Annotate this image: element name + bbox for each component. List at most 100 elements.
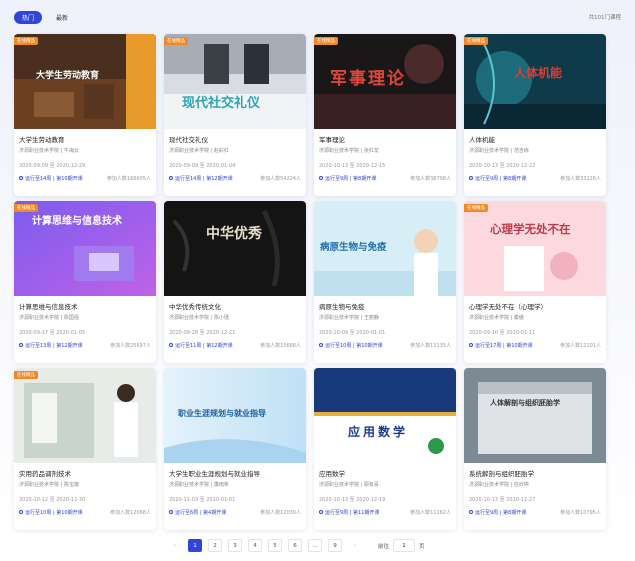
course-status: 运行至14周 | 第12期开课 <box>175 175 233 182</box>
course-title[interactable]: 应用数学 <box>319 468 451 478</box>
course-thumbnail[interactable]: 中华优秀 <box>164 201 306 296</box>
course-school: 济源职业技术学院 | 张红龙 <box>319 148 379 154</box>
participant-count: 参加人数12101人 <box>560 342 601 349</box>
page-button[interactable]: 9 <box>328 539 342 552</box>
next-page-button[interactable]: › <box>348 539 362 552</box>
page-unit-label: 页 <box>419 543 425 550</box>
course-school: 济源职业技术学院 | 秦傲 <box>469 315 524 321</box>
tab-new[interactable]: 最新 <box>56 13 68 22</box>
participant-count: 参加人数12068人 <box>110 509 151 516</box>
thumbnail-title: 心理学无处不在 <box>490 222 571 236</box>
featured-badge: 在线精品 <box>14 204 38 212</box>
course-title[interactable]: 心理学无处不在（心理学） <box>469 301 601 311</box>
course-card[interactable]: 在线精品 现代社交礼仪 现代社交礼仪 济源职业技术学院 | 赵彩红 2020-0… <box>164 34 306 196</box>
thumbnail-title: 人体机能 <box>514 66 563 80</box>
course-title[interactable]: 病原生物与免疫 <box>319 301 451 311</box>
course-card[interactable]: 病原生物与免疫 病原生物与免疫 济源职业技术学院 | 王丽静 2020-10-0… <box>314 201 456 363</box>
course-school: 济源职业技术学院 | 牛海云 <box>19 148 79 154</box>
course-status: 运行至9周 | 第8期开课 <box>475 175 527 182</box>
course-card[interactable]: 人体解剖与组织胚胎学 系统解剖与组织胚胎学 济源职业技术学院 | 任欣婷 202… <box>464 368 606 530</box>
course-status: 运行至10周 | 第10期开课 <box>25 509 83 516</box>
course-status: 运行至10周 | 第10期开课 <box>325 342 383 349</box>
goto-label: 前往 <box>378 543 390 550</box>
course-thumbnail[interactable]: 职业生涯规划与就业指导 <box>164 368 306 463</box>
course-status: 运行至13周 | 第12期开课 <box>25 342 83 349</box>
course-dates: 2020-10-13 至 2020-12-22 <box>469 163 536 169</box>
tab-hot[interactable]: 热门 <box>14 10 42 24</box>
course-school: 济源职业技术学院 | 陈宝旗 <box>19 482 79 488</box>
course-dates: 2020-11-03 至 2020-01-01 <box>169 497 236 503</box>
participant-count: 参加人数12030人 <box>260 509 301 516</box>
course-status: 运行至11周 | 第12期开课 <box>175 342 233 349</box>
course-school: 济源职业技术学院 | 陈国强 <box>19 315 79 321</box>
course-title[interactable]: 人体机能 <box>469 134 601 144</box>
prev-page-button[interactable]: ‹ <box>168 539 182 552</box>
page-jump-input[interactable] <box>393 539 416 552</box>
course-title[interactable]: 大学生职业生涯规划与就业指导 <box>169 468 301 478</box>
participant-count: 参加人数33228人 <box>560 175 601 182</box>
course-thumbnail[interactable]: 病原生物与免疫 <box>314 201 456 296</box>
course-thumbnail[interactable]: 人体解剖与组织胚胎学 <box>464 368 606 463</box>
more-pages-button[interactable]: ... <box>308 539 322 552</box>
course-dates: 2020-10-13 至 2020-12-27 <box>469 497 536 503</box>
course-thumbnail[interactable]: 在线精品 军事理论 <box>314 34 456 129</box>
course-card[interactable]: 在线精品 军事理论 军事理论 济源职业技术学院 | 张红龙 2020-10-13… <box>314 34 456 196</box>
course-school: 济源职业技术学院 | 廉雨希 <box>169 482 229 488</box>
featured-badge: 在线精品 <box>14 371 38 379</box>
thumbnail-title: 人体解剖与组织胚胎学 <box>490 398 560 407</box>
course-thumbnail[interactable]: 在线精品 心理学无处不在 <box>464 201 606 296</box>
course-card[interactable]: 在线精品 大学生劳动教育 大学生劳动教育 济源职业技术学院 | 牛海云 2020… <box>14 34 156 196</box>
status-dot-icon <box>469 510 473 514</box>
page-button[interactable]: 2 <box>208 539 222 552</box>
course-card[interactable]: 在线精品 心理学无处不在 心理学无处不在（心理学） 济源职业技术学院 | 秦傲 … <box>464 201 606 363</box>
course-card[interactable]: 在线精品 实用药品调剂技术 济源职业技术学院 | 陈宝旗 2020-10-12 … <box>14 368 156 530</box>
course-dates: 2020-10-13 至 2020-12-19 <box>319 497 386 503</box>
course-title[interactable]: 军事理论 <box>319 134 451 144</box>
thumbnail-title: 应用数学 <box>348 425 409 439</box>
course-thumbnail[interactable]: 在线精品 <box>14 368 156 463</box>
participant-count: 参加人数13135人 <box>410 342 451 349</box>
participant-count: 参加人数15668人 <box>260 342 301 349</box>
thumbnail-title: 军事理论 <box>330 69 406 89</box>
featured-badge: 在线精品 <box>314 37 338 45</box>
course-status: 运行至6周 | 第4期开课 <box>175 509 227 516</box>
course-title[interactable]: 现代社交礼仪 <box>169 134 301 144</box>
course-grid: 在线精品 大学生劳动教育 大学生劳动教育 济源职业技术学院 | 牛海云 2020… <box>14 34 606 530</box>
status-dot-icon <box>319 343 323 347</box>
thumbnail-title: 大学生劳动教育 <box>36 71 100 81</box>
course-card[interactable]: 应用数学 应用数学 济源职业技术学院 | 顾有喜 2020-10-13 至 20… <box>314 368 456 530</box>
course-school: 济源职业技术学院 | 王丽静 <box>319 315 379 321</box>
course-title[interactable]: 中华优秀传统文化 <box>169 301 301 311</box>
course-title[interactable]: 计算思维与信息技术 <box>19 301 151 311</box>
page-button[interactable]: 3 <box>228 539 242 552</box>
course-school: 济源职业技术学院 | 顾有喜 <box>319 482 379 488</box>
page-button[interactable]: 6 <box>288 539 302 552</box>
page-button[interactable]: 1 <box>188 539 202 552</box>
course-card[interactable]: 职业生涯规划与就业指导 大学生职业生涯规划与就业指导 济源职业技术学院 | 廉雨… <box>164 368 306 530</box>
course-card[interactable]: 中华优秀 中华优秀传统文化 济源职业技术学院 | 陈小瑾 2020-09-28 … <box>164 201 306 363</box>
thumbnail-title: 职业生涯规划与就业指导 <box>178 408 266 418</box>
course-status: 运行至9周 | 第8期开课 <box>475 509 527 516</box>
status-dot-icon <box>469 343 473 347</box>
course-title[interactable]: 系统解剖与组织胚胎学 <box>469 468 601 478</box>
participant-count: 参加人数10795人 <box>560 509 601 516</box>
thumbnail-title: 计算思维与信息技术 <box>32 216 122 227</box>
course-thumbnail[interactable]: 在线精品 大学生劳动教育 <box>14 34 156 129</box>
course-thumbnail[interactable]: 应用数学 <box>314 368 456 463</box>
course-school: 济源职业技术学院 | 范吉栋 <box>469 148 529 154</box>
page-button[interactable]: 5 <box>268 539 282 552</box>
course-thumbnail[interactable]: 在线精品 现代社交礼仪 <box>164 34 306 129</box>
course-card[interactable]: 在线精品 人体机能 人体机能 济源职业技术学院 | 范吉栋 2020-10-13… <box>464 34 606 196</box>
course-title[interactable]: 实用药品调剂技术 <box>19 468 151 478</box>
course-card[interactable]: 在线精品 计算思维与信息技术 计算思维与信息技术 济源职业技术学院 | 陈国强 … <box>14 201 156 363</box>
course-dates: 2020-09-10 至 2020-01-11 <box>469 330 536 336</box>
participant-count: 参加人数11162人 <box>410 509 451 516</box>
course-thumbnail[interactable]: 在线精品 计算思维与信息技术 <box>14 201 156 296</box>
participant-count: 参加人数166605人 <box>106 175 151 182</box>
course-title[interactable]: 大学生劳动教育 <box>19 134 151 144</box>
page-button[interactable]: 4 <box>248 539 262 552</box>
status-dot-icon <box>19 510 23 514</box>
featured-badge: 在线精品 <box>464 37 488 45</box>
course-thumbnail[interactable]: 在线精品 人体机能 <box>464 34 606 129</box>
course-status: 运行至9周 | 第8期开课 <box>325 175 377 182</box>
